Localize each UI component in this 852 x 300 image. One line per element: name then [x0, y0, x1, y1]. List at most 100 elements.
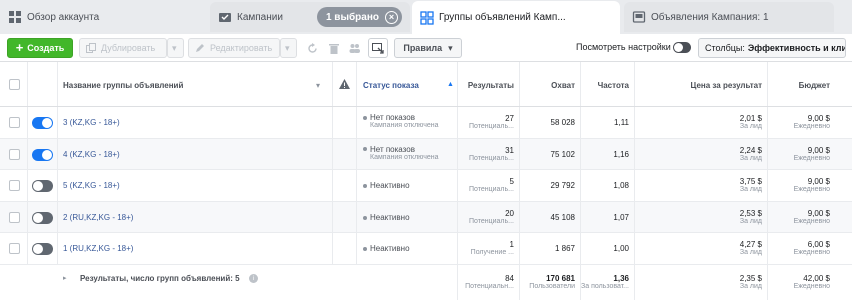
totals-reach-cell: 170 681 Пользователи	[520, 265, 581, 300]
edit-button[interactable]: Редактировать	[188, 38, 280, 58]
tab-account-label: Обзор аккаунта	[27, 11, 100, 23]
frequency-value: 1,00	[613, 244, 629, 254]
status-text: Неактивно	[370, 244, 410, 254]
row-budget-cell[interactable]: 9,00 $ Ежедневно	[768, 202, 852, 233]
cost-subtext: За лид	[739, 249, 762, 257]
row-cost-cell: 3,75 $ За лид	[635, 170, 768, 201]
tab-bar: Обзор аккаунта Кампании 1 выбрано × Груп…	[0, 0, 852, 34]
view-settings-toggle[interactable]	[673, 42, 691, 53]
table-row[interactable]: 4 (KZ,KG - 18+) Нет показов Кампания отклю…	[0, 138, 852, 171]
row-budget-cell[interactable]: 9,00 $ Ежедневно	[768, 107, 852, 138]
row-select-cell	[0, 201, 28, 233]
header-warning-cell[interactable]	[333, 62, 357, 106]
delivery-toggle[interactable]	[32, 117, 53, 129]
plus-icon: +	[15, 40, 24, 55]
clear-selection-icon[interactable]: ×	[385, 10, 398, 24]
header-name-cell[interactable]: Название группы объявлений ▾	[58, 62, 333, 106]
row-checkbox[interactable]	[9, 117, 20, 128]
duplicate-dropdown[interactable]: ▾	[167, 38, 184, 58]
preview-ad-icon[interactable]	[368, 38, 388, 58]
columns-label: Столбцы:	[705, 43, 745, 53]
create-button[interactable]: + Создать	[7, 38, 73, 58]
totals-label: Результаты, число групп объявлений: 5	[80, 274, 240, 283]
row-warning-cell	[333, 170, 357, 201]
tab-account-overview[interactable]: Обзор аккаунта	[0, 2, 206, 32]
info-icon[interactable]: i	[249, 274, 258, 283]
toolbar: + Создать Дублировать ▾ Редактировать ▾	[0, 34, 852, 62]
totals-budget-cell: 42,00 $ Ежедневно	[768, 265, 852, 300]
results-value: 5	[509, 177, 514, 187]
status-dot-icon	[363, 184, 367, 189]
column-frequency: Частота	[597, 81, 629, 90]
delivery-toggle[interactable]	[32, 211, 53, 224]
totals-cost: 2,35 $	[739, 274, 762, 283]
row-checkbox[interactable]	[9, 211, 20, 223]
refresh-icon[interactable]	[303, 38, 321, 58]
budget-value: 9,00 $	[807, 177, 830, 187]
adset-name-link[interactable]: 4 (KZ,KG - 18+)	[63, 150, 120, 159]
status-text: Неактивно	[370, 212, 410, 222]
adset-name-link[interactable]: 1 (RU,KZ,KG - 18+)	[63, 244, 133, 253]
row-warning-cell	[333, 138, 357, 170]
column-cost: Цена за результат	[690, 81, 762, 90]
delivery-toggle[interactable]	[32, 180, 53, 193]
row-budget-cell[interactable]: 6,00 $ Ежедневно	[768, 233, 852, 264]
rules-button[interactable]: Правила ▾	[394, 38, 462, 58]
trash-icon[interactable]	[325, 38, 343, 58]
selected-count-badge[interactable]: 1 выбрано ×	[316, 7, 402, 27]
row-cost-cell: 2,01 $ За лид	[635, 107, 768, 138]
chevron-down-icon: ▾	[285, 42, 290, 53]
tab-ads[interactable]: Объявления Кампания: 1	[624, 2, 834, 32]
row-checkbox[interactable]	[9, 180, 20, 192]
select-all-checkbox[interactable]	[9, 79, 20, 90]
columns-dropdown[interactable]: Столбцы: Эффективность и клики	[698, 38, 846, 58]
tab-campaigns[interactable]: Кампании 1 выбрано ×	[210, 2, 410, 32]
table-header: Название группы объявлений ▾ Статус пока…	[0, 62, 852, 107]
delivery-toggle[interactable]	[32, 243, 53, 256]
adset-name-link[interactable]: 3 (KZ,KG - 18+)	[63, 118, 120, 127]
row-budget-cell[interactable]: 9,00 $ Ежедневно	[768, 170, 852, 201]
row-select-cell	[0, 107, 28, 138]
duplicate-button[interactable]: Дублировать	[79, 38, 167, 58]
row-checkbox[interactable]	[9, 243, 20, 255]
totals-cost-sub: За лид	[739, 283, 762, 290]
header-reach-cell[interactable]: Охват	[520, 62, 581, 106]
header-results-cell[interactable]: Результаты	[458, 62, 520, 106]
table-row[interactable]: 5 (KZ,KG - 18+) Неактивно 5 Потенциаль... 29…	[0, 170, 852, 202]
budget-value: 9,00 $	[807, 145, 830, 155]
delivery-toggle[interactable]	[32, 148, 53, 161]
header-status-cell[interactable]: Статус показа ▲	[357, 62, 458, 106]
budget-subtext: Ежедневно	[793, 217, 830, 225]
budget-value: 9,00 $	[807, 208, 830, 218]
adset-name-link[interactable]: 2 (RU,KZ,KG - 18+)	[63, 213, 133, 222]
frequency-value: 1,07	[613, 212, 629, 222]
tab-adsets[interactable]: Группы объявлений Камп...	[412, 1, 620, 34]
status-dot-icon	[363, 247, 367, 252]
column-menu-icon[interactable]: ▾	[316, 81, 320, 90]
header-budget-cell[interactable]: Бюджет	[768, 62, 852, 106]
header-frequency-cell[interactable]: Частота	[581, 62, 635, 106]
row-name-cell: 5 (KZ,KG - 18+)	[58, 170, 333, 201]
audience-icon[interactable]	[345, 38, 363, 58]
row-reach-cell: 45 108	[520, 201, 581, 233]
row-cost-cell: 4,27 $ За лид	[635, 233, 768, 264]
table-row[interactable]: 2 (RU,KZ,KG - 18+) Неактивно 20 Потенциаль.…	[0, 201, 852, 234]
header-cost-cell[interactable]: Цена за результат	[635, 62, 768, 106]
cost-subtext: За лид	[739, 186, 762, 194]
adset-name-link[interactable]: 5 (KZ,KG - 18+)	[63, 181, 120, 190]
expand-caret-icon[interactable]: ▸	[63, 274, 67, 282]
table-row[interactable]: 1 (RU,KZ,KG - 18+) Неактивно 1 Получение ..…	[0, 233, 852, 265]
header-select-cell	[0, 62, 28, 106]
row-checkbox[interactable]	[9, 148, 20, 160]
adset-grid-icon	[420, 10, 434, 25]
edit-dropdown[interactable]: ▾	[280, 38, 297, 58]
duplicate-label: Дублировать	[101, 43, 156, 53]
row-warning-cell	[333, 201, 357, 233]
status-subtext: Кампания отключена	[370, 153, 439, 161]
table-row[interactable]: 3 (KZ,KG - 18+) Нет показов Кампания отклю…	[0, 107, 852, 139]
row-budget-cell[interactable]: 9,00 $ Ежедневно	[768, 139, 852, 170]
totals-cost-cell: 2,35 $ За лид	[635, 265, 768, 300]
row-toggle-cell	[28, 170, 58, 201]
row-toggle-cell	[28, 201, 58, 233]
frequency-value: 1,11	[614, 118, 629, 127]
